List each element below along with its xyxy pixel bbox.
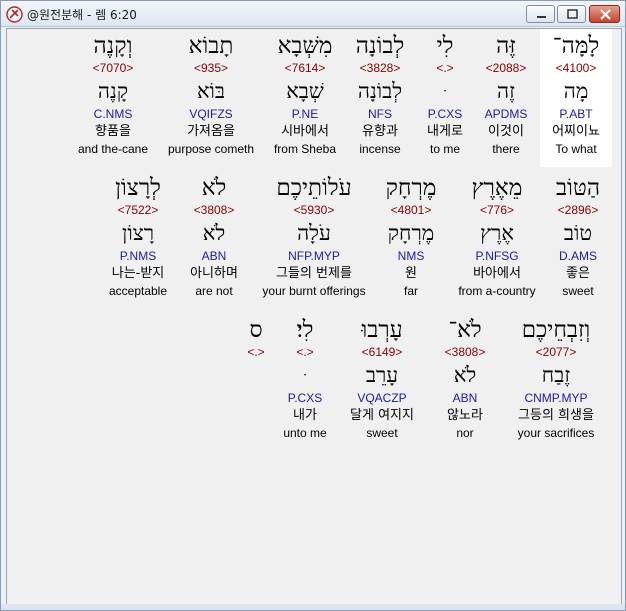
korean-gloss: 그등의 희생을	[518, 408, 594, 423]
strongs-number: <7614>	[284, 61, 326, 75]
title-bar[interactable]: @원전분해 - 렘 6:20	[1, 1, 625, 27]
strongs-number: <4801>	[390, 203, 432, 217]
korean-gloss: 바아에서	[473, 266, 521, 281]
close-icon	[600, 9, 611, 20]
parsing-code: D.AMS	[558, 249, 597, 263]
maximize-icon	[567, 9, 578, 19]
korean-gloss: 내가	[293, 408, 317, 423]
lexical-form: עָרֵב	[365, 363, 399, 387]
english-gloss: and the-cane	[77, 142, 149, 156]
lexical-form: לֹא	[453, 363, 477, 387]
korean-gloss: 향품을	[95, 124, 131, 139]
hebrew-word: מֶרְחָק	[385, 175, 437, 201]
strongs-number: <6149>	[361, 345, 403, 359]
word-cell[interactable]: לְרָצוֹן <7522> רָצוֹן P.NMS 나는-받지 accep…	[93, 174, 183, 299]
english-gloss: from a-country	[458, 284, 536, 298]
lexical-form: אֶרֶץ	[480, 221, 514, 245]
word-cell[interactable]: מֶרְחָק <4801> מֶרְחָק NMS 원 far	[366, 174, 456, 299]
parsing-code: VQACZP	[357, 391, 407, 405]
lexical-form: טוֹב	[563, 221, 593, 245]
window-title: @원전분해 - 렘 6:20	[27, 8, 137, 22]
hebrew-word: הַטּוֹב	[555, 175, 601, 201]
word-cell[interactable]: וְקָנֶה <7070> קָנֶה C.NMS 향품을 and the-c…	[68, 32, 158, 157]
korean-gloss: 않노라	[447, 408, 483, 423]
english-gloss: your burnt offerings	[262, 284, 366, 298]
lexical-form: ּ	[260, 360, 350, 390]
hebrew-word: עֹלוֹתֵיכֶם	[276, 175, 352, 201]
parsing-code: P.NMS	[119, 249, 157, 263]
word-cell[interactable]: מִשְּׁבָא <7614> שְׁבָא P.NE 시바에서 from S…	[260, 32, 350, 157]
parsing-code: NFP.MYP	[288, 249, 340, 263]
lexical-form: רָצוֹן	[121, 221, 155, 245]
strongs-number: <3808>	[444, 345, 486, 359]
hebrew-word: וְזִבְחֵיכֶם	[521, 317, 591, 343]
parsing-code: CNMP.MYP	[524, 391, 588, 405]
word-cell[interactable]: לֹא־ <3808> לֹא ABN 않노라 nor	[420, 316, 510, 441]
korean-gloss: 원	[405, 266, 417, 281]
korean-gloss: 나는-받지	[111, 266, 165, 281]
minimize-icon	[537, 16, 546, 18]
hebrew-word: וְקָנֶה	[93, 33, 133, 59]
parsing-code: P.CXS	[287, 391, 323, 405]
english-gloss: nor	[456, 426, 474, 440]
parsing-code: C.NMS	[93, 107, 133, 121]
korean-gloss: 좋은	[566, 266, 590, 281]
english-gloss: unto me	[283, 426, 327, 440]
main-window: @원전분해 - 렘 6:20 לָמָּה־ <4100> מָה P.ABT …	[0, 0, 626, 611]
english-gloss: purpose cometh	[167, 142, 255, 156]
word-cell[interactable]: עָרְבוּ <6149> עָרֵב VQACZP 달게 여지지 sweet	[337, 316, 427, 441]
strongs-number: <2896>	[557, 203, 599, 217]
parsing-code: ABN	[452, 391, 478, 405]
lexical-form: עֹלָה	[297, 221, 331, 245]
word-cell[interactable]: ס <.>	[236, 316, 276, 360]
korean-gloss: 시바에서	[281, 124, 329, 139]
interlinear-view[interactable]: לָמָּה־ <4100> מָה P.ABT 어찌이뇨 To what זֶ…	[6, 28, 622, 606]
maximize-button[interactable]	[557, 5, 586, 23]
lexical-form: בּוֹא	[196, 79, 226, 103]
lexical-form: מֶרְחָק	[387, 221, 435, 245]
hebrew-word: לְרָצוֹן	[115, 175, 161, 201]
strongs-number: <776>	[479, 203, 515, 217]
hebrew-word: לֹא־	[448, 317, 482, 343]
lexical-form: קָנֶה	[97, 79, 129, 103]
minimize-button[interactable]	[526, 5, 555, 23]
hebrew-word: ס	[249, 317, 263, 343]
close-button[interactable]	[589, 5, 620, 23]
korean-gloss: 가져옴을	[187, 124, 235, 139]
strongs-number: <7522>	[117, 203, 159, 217]
strongs-number: <2077>	[535, 345, 577, 359]
korean-gloss: 달게 여지지	[350, 408, 414, 423]
parsing-code: P.NFSG	[475, 249, 519, 263]
word-cell[interactable]: וְזִבְחֵיכֶם <2077> זֶבַח CNMP.MYP 그등의 희…	[511, 316, 601, 441]
word-cell[interactable]: הַטּוֹב <2896> טוֹב D.AMS 좋은 sweet	[533, 174, 621, 299]
korean-gloss: 그들의 번제를	[276, 266, 352, 281]
english-gloss: your sacrifices	[517, 426, 595, 440]
lexical-form: זֶבַח	[541, 363, 571, 387]
english-gloss: acceptable	[108, 284, 168, 298]
strongs-number: <5930>	[293, 203, 335, 217]
hebrew-word: מִשְּׁבָא	[277, 33, 333, 59]
hebrew-word: תָבוֹא	[188, 33, 234, 59]
parsing-code: P.NE	[291, 107, 319, 121]
parsing-code: VQIFZS	[189, 107, 233, 121]
hebrew-word: מֵאֶרֶץ	[471, 175, 523, 201]
hebrew-word: עָרְבוּ	[361, 317, 403, 343]
strongs-number: <7070>	[92, 61, 134, 75]
english-gloss: far	[403, 284, 418, 298]
strongs-number: <935>	[193, 61, 229, 75]
word-cell[interactable]: תָבוֹא <935> בּוֹא VQIFZS 가져옴을 purpose c…	[166, 32, 256, 157]
word-cell[interactable]: עֹלוֹתֵיכֶם <5930> עֹלָה NFP.MYP 그들의 번제를…	[254, 174, 374, 299]
lexical-form: שְׁבָא	[286, 79, 324, 103]
word-cell[interactable]: מֵאֶרֶץ <776> אֶרֶץ P.NFSG 바아에서 from a-c…	[452, 174, 542, 299]
parsing-code: NMS	[397, 249, 425, 263]
english-gloss: sweet	[366, 426, 398, 440]
app-icon	[6, 6, 23, 23]
english-gloss: from Sheba	[273, 142, 337, 156]
status-bar	[1, 604, 625, 610]
strongs-number: <.>	[247, 345, 265, 359]
english-gloss: sweet	[562, 284, 594, 298]
